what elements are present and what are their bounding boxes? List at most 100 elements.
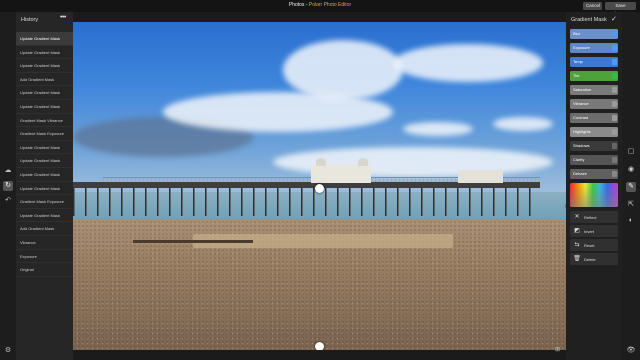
pavilion-dome xyxy=(358,158,368,166)
photo-groyne xyxy=(133,240,253,243)
slider-knob[interactable] xyxy=(612,59,617,65)
history-item-label: Update Gradient Mask xyxy=(20,36,61,41)
window-title-prefix: Photos - xyxy=(288,2,309,8)
history-item-label: Vibrance xyxy=(20,240,36,245)
slider-knob[interactable] xyxy=(612,129,617,135)
invert-button[interactable]: ◩ Invert xyxy=(570,225,618,237)
history-item-label: Update Gradient Mask xyxy=(20,104,61,109)
slider-dehaze[interactable]: Dehaze xyxy=(570,169,618,179)
slider-knob[interactable] xyxy=(612,143,617,149)
window-title: Photos - Polarr Photo Editor xyxy=(0,2,640,8)
cloud-icon[interactable]: ☁ xyxy=(3,166,13,176)
history-item-label: Add Gradient Mask xyxy=(20,76,55,82)
history-item[interactable]: Original xyxy=(16,263,73,277)
slider-knob[interactable] xyxy=(612,171,617,177)
history-item[interactable]: Update Gradient Mask xyxy=(16,182,73,196)
history-item-label: Update Gradient Mask xyxy=(20,212,61,218)
history-item[interactable]: Gradient Mask Exposure xyxy=(16,195,73,209)
export-icon[interactable]: ⇱ xyxy=(626,200,636,210)
compare-icon[interactable]: ⊞ xyxy=(555,346,560,353)
history-item[interactable]: Update Gradient Mask xyxy=(16,59,73,73)
color-spectrum-picker[interactable] xyxy=(570,183,618,207)
pier-pavilion xyxy=(311,165,371,183)
history-title: History xyxy=(21,17,39,23)
delete-icon: 🗑 xyxy=(573,256,581,262)
history-item[interactable]: Update Gradient Mask xyxy=(16,141,73,155)
history-item-label: Gradient Mask Vibrance xyxy=(20,117,63,123)
history-item[interactable]: Vibrance xyxy=(16,236,73,250)
action-label: Reflect xyxy=(584,214,597,220)
slider-knob[interactable] xyxy=(612,73,617,79)
slider-label: Temp xyxy=(573,59,583,64)
pier-end-pavilion xyxy=(458,170,503,183)
crop-icon[interactable]: ▢ xyxy=(626,147,636,157)
slider-knob[interactable] xyxy=(612,115,617,121)
slider-knob[interactable] xyxy=(612,45,617,51)
confirm-check-icon[interactable]: ✓ xyxy=(611,15,617,23)
gradient-mask-handle-top[interactable] xyxy=(315,184,324,193)
reset-icon: ⇆ xyxy=(574,242,580,248)
history-item[interactable]: Add Gradient Mask xyxy=(16,73,73,87)
history-item-label: Update Gradient Mask xyxy=(20,185,61,191)
history-item[interactable]: Update Gradient Mask xyxy=(16,100,73,114)
history-item[interactable]: Update Gradient Mask xyxy=(16,46,73,60)
photo-cloud xyxy=(493,117,553,131)
slider-knob[interactable] xyxy=(612,101,617,107)
history-item[interactable]: Add Gradient Mask xyxy=(16,222,73,236)
history-item[interactable]: Gradient Mask Vibrance xyxy=(16,114,73,128)
gradient-mask-handle-bottom[interactable] xyxy=(315,342,324,350)
slider-exposure[interactable]: Exposure xyxy=(570,43,618,53)
history-item-label: Update Gradient Mask xyxy=(20,144,61,150)
slider-knob[interactable] xyxy=(612,31,617,37)
history-item-label: Update Gradient Mask xyxy=(20,49,61,55)
slider-knob[interactable] xyxy=(612,87,617,93)
title-bar: Photos - Polarr Photo Editor Cancel Save… xyxy=(0,0,640,16)
history-item-label: Update Gradient Mask xyxy=(20,172,61,177)
slider-clarity[interactable]: Clarity xyxy=(570,155,618,165)
settings-icon[interactable]: ⚙ xyxy=(3,346,13,356)
history-item[interactable]: Gradient Mask Exposure xyxy=(16,127,73,141)
slider-label: Exposure xyxy=(573,45,590,50)
history-item[interactable]: Update Gradient Mask xyxy=(16,86,73,100)
reset-button[interactable]: ⇆ Reset xyxy=(570,239,618,251)
slider-temp[interactable]: Temp xyxy=(570,57,618,67)
history-item[interactable]: Update Gradient Mask xyxy=(16,209,73,223)
slider-blur[interactable]: Blur xyxy=(570,29,618,39)
photo-cloud xyxy=(403,122,473,136)
panel-title: Gradient Mask xyxy=(571,17,607,23)
history-item[interactable]: Update Gradient Mask xyxy=(16,154,73,168)
more-icon[interactable]: ••• xyxy=(60,14,66,21)
reflect-button[interactable]: ✕ Reflect xyxy=(570,211,618,223)
brush-icon[interactable]: ✎ xyxy=(626,182,636,192)
slider-knob[interactable] xyxy=(612,157,617,163)
history-item[interactable]: Exposure xyxy=(16,250,73,264)
layers-icon[interactable]: ◉ xyxy=(626,165,636,175)
right-toolbar: ▢ ◉ ✎ ⇱ ◐ 👁 xyxy=(622,12,640,360)
slider-contrast[interactable]: Contrast xyxy=(570,113,618,123)
slider-label: Tint xyxy=(573,73,580,78)
slider-saturation[interactable]: Saturation xyxy=(570,85,618,95)
history-item[interactable]: Update Gradient Mask xyxy=(16,168,73,182)
pavilion-dome xyxy=(316,158,326,166)
save-changes-button[interactable]: Save Changes xyxy=(605,2,636,16)
slider-label: Saturation xyxy=(573,87,592,92)
slider-vibrance[interactable]: Vibrance xyxy=(570,99,618,109)
reflect-icon: ✕ xyxy=(574,214,580,220)
slider-label: Contrast xyxy=(573,115,589,120)
slider-highlights[interactable]: Highlights xyxy=(570,127,618,137)
slider-tint[interactable]: Tint xyxy=(570,71,618,81)
history-item[interactable]: Update Gradient Mask xyxy=(16,32,73,46)
action-label: Invert xyxy=(584,228,595,234)
history-icon[interactable]: ↻ xyxy=(3,181,13,191)
history-item-label: Update Gradient Mask xyxy=(20,90,61,96)
undo-icon[interactable]: ↶ xyxy=(3,196,13,206)
delete-button[interactable]: 🗑 Delete xyxy=(570,253,618,265)
left-toolbar: ☁ ↻ ↶ ⚙ xyxy=(0,12,16,360)
photo-canvas[interactable] xyxy=(73,22,566,350)
slider-shadows[interactable]: Shadows xyxy=(570,141,618,151)
action-label: Delete xyxy=(584,256,596,262)
eye-icon[interactable]: 👁 xyxy=(626,346,636,356)
slider-label: Vibrance xyxy=(573,101,589,106)
mask-icon[interactable]: ◐ xyxy=(626,216,636,226)
cancel-button[interactable]: Cancel xyxy=(583,2,602,10)
